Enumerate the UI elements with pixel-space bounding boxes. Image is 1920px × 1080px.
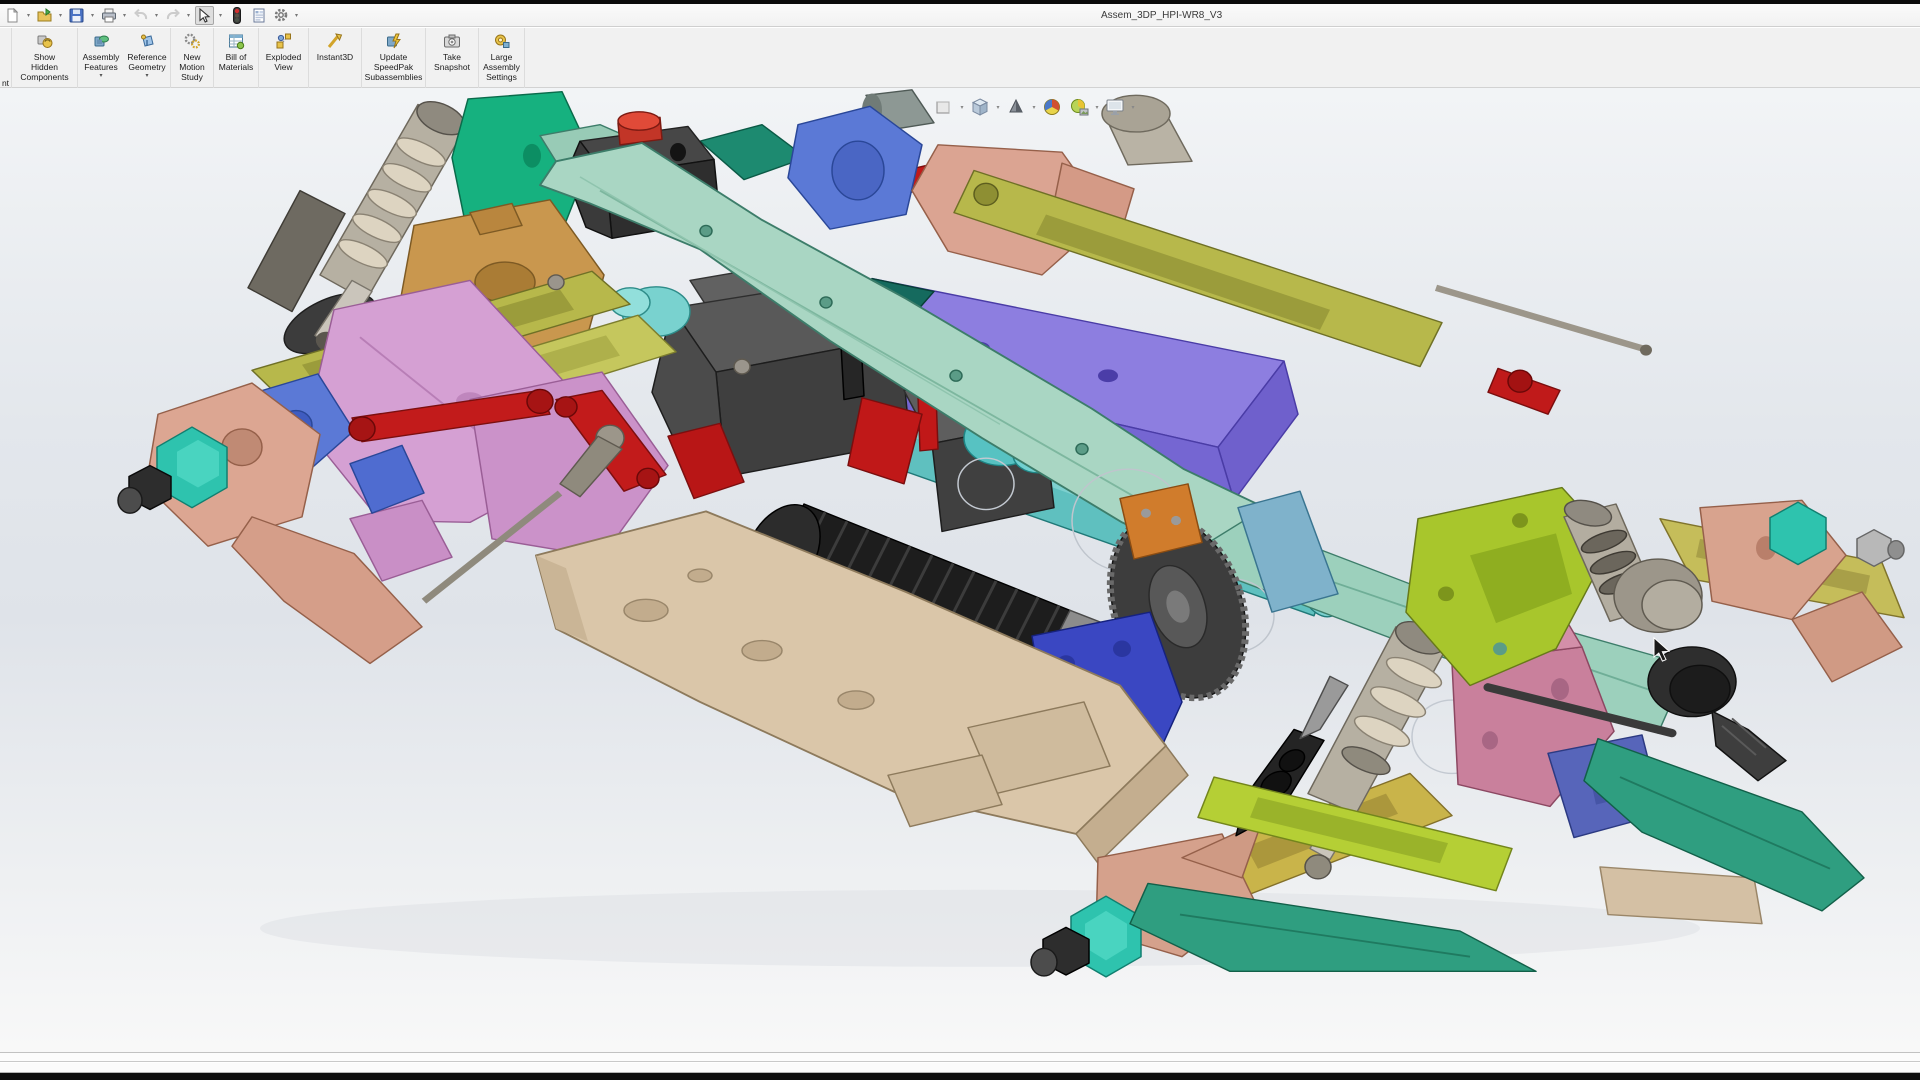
show-hidden-components-button[interactable]: Show Hidden Components — [12, 28, 78, 88]
edit-appearance-icon — [1042, 97, 1062, 117]
select-cursor-icon — [198, 8, 211, 23]
clipped-toolbar-button[interactable]: nt — [0, 28, 12, 88]
undo-flyout-arrow[interactable]: ▾ — [153, 12, 160, 19]
instant3d-button[interactable]: Instant3D — [309, 28, 362, 88]
redo-flyout-arrow[interactable]: ▾ — [185, 12, 192, 19]
clipped-button-label: nt — [2, 78, 9, 88]
reference-geometry-button[interactable]: Reference Geometry ▾ — [124, 28, 171, 88]
view-settings-button[interactable] — [1103, 96, 1127, 118]
exploded-view-icon — [275, 31, 293, 51]
new-motion-study-button[interactable]: New Motion Study — [171, 28, 214, 88]
print-icon — [101, 8, 117, 23]
take-snapshot-button[interactable]: Take Snapshot — [426, 28, 479, 88]
bill-of-materials-button[interactable]: Bill of Materials — [214, 28, 259, 88]
assembly-features-button[interactable]: Assembly Features ▾ — [78, 28, 124, 88]
print-flyout-arrow[interactable]: ▾ — [121, 12, 128, 19]
status-bar-upper — [0, 1052, 1920, 1062]
assembly-features-icon — [92, 31, 110, 51]
reference-geometry-flyout-arrow[interactable]: ▾ — [145, 73, 148, 79]
display-style-button[interactable] — [1004, 96, 1028, 118]
redo-button[interactable] — [163, 6, 182, 25]
large-assembly-settings-icon — [493, 31, 511, 51]
window-title: Assem_3DP_HPI-WR8_V3 — [1101, 4, 1222, 27]
display-style-flyout-arrow[interactable]: ▾ — [1031, 104, 1037, 111]
new-motion-study-icon — [183, 31, 201, 51]
large-assembly-settings-button[interactable]: Large Assembly Settings — [479, 28, 525, 88]
graphics-viewport[interactable]: ▾ ▾ ▾ — [0, 88, 1920, 1052]
print-button[interactable] — [99, 6, 118, 25]
window-bottom-edge — [0, 1073, 1920, 1080]
save-flyout-arrow[interactable]: ▾ — [89, 12, 96, 19]
save-button[interactable] — [67, 6, 86, 25]
file-properties-icon — [252, 8, 266, 23]
file-properties-button[interactable] — [249, 6, 268, 25]
edit-appearance-button[interactable] — [1040, 96, 1064, 118]
select-tool-button[interactable] — [195, 6, 214, 25]
view-orientation-button[interactable] — [968, 96, 992, 118]
view-settings-icon — [1105, 98, 1125, 116]
assembly-features-flyout-arrow[interactable]: ▾ — [99, 73, 102, 79]
open-button[interactable] — [35, 6, 54, 25]
apply-scene-icon — [1069, 97, 1089, 117]
show-hidden-components-icon — [36, 31, 54, 51]
save-icon — [69, 8, 84, 23]
options-gear-icon — [273, 7, 289, 23]
redo-icon — [165, 8, 181, 22]
undo-icon — [133, 8, 149, 22]
update-speedpak-icon — [385, 31, 403, 51]
instant3d-icon — [326, 31, 344, 51]
bill-of-materials-icon — [227, 31, 245, 51]
display-style-icon — [1006, 98, 1026, 116]
section-view-flyout-arrow[interactable]: ▾ — [959, 104, 965, 111]
view-orientation-flyout-arrow[interactable]: ▾ — [995, 104, 1001, 111]
section-view-icon — [935, 99, 953, 115]
command-manager: nt Show Hidden Components Assembly F — [0, 28, 1920, 88]
section-view-button[interactable] — [932, 96, 956, 118]
exploded-view-button[interactable]: Exploded View — [259, 28, 309, 88]
update-speedpak-button[interactable]: Update SpeedPak Subassemblies — [362, 28, 426, 88]
view-orientation-cube-icon — [970, 97, 990, 117]
take-snapshot-icon — [443, 31, 461, 51]
options-flyout-arrow[interactable]: ▾ — [293, 12, 300, 19]
quick-access-toolbar: ▾ ▾ ▾ — [0, 6, 300, 25]
open-flyout-arrow[interactable]: ▾ — [57, 12, 64, 19]
undo-button[interactable] — [131, 6, 150, 25]
solidworks-window: ▾ ▾ ▾ — [0, 0, 1920, 1080]
rebuild-traffic-light-icon — [232, 7, 242, 24]
open-icon — [37, 8, 53, 23]
select-flyout-arrow[interactable]: ▾ — [217, 12, 224, 19]
new-document-button[interactable] — [3, 6, 22, 25]
rebuild-button[interactable] — [227, 6, 246, 25]
status-bar-lower — [0, 1063, 1920, 1073]
heads-up-view-toolbar: ▾ ▾ ▾ — [932, 96, 1136, 118]
title-bar: ▾ ▾ ▾ — [0, 4, 1920, 27]
new-document-icon — [5, 8, 20, 23]
assembly-model[interactable] — [0, 88, 1920, 1052]
reference-geometry-icon — [138, 31, 156, 51]
view-settings-flyout-arrow[interactable]: ▾ — [1130, 104, 1136, 111]
apply-scene-flyout-arrow[interactable]: ▾ — [1094, 104, 1100, 111]
apply-scene-button[interactable] — [1067, 96, 1091, 118]
new-document-flyout-arrow[interactable]: ▾ — [25, 12, 32, 19]
options-button[interactable] — [271, 6, 290, 25]
